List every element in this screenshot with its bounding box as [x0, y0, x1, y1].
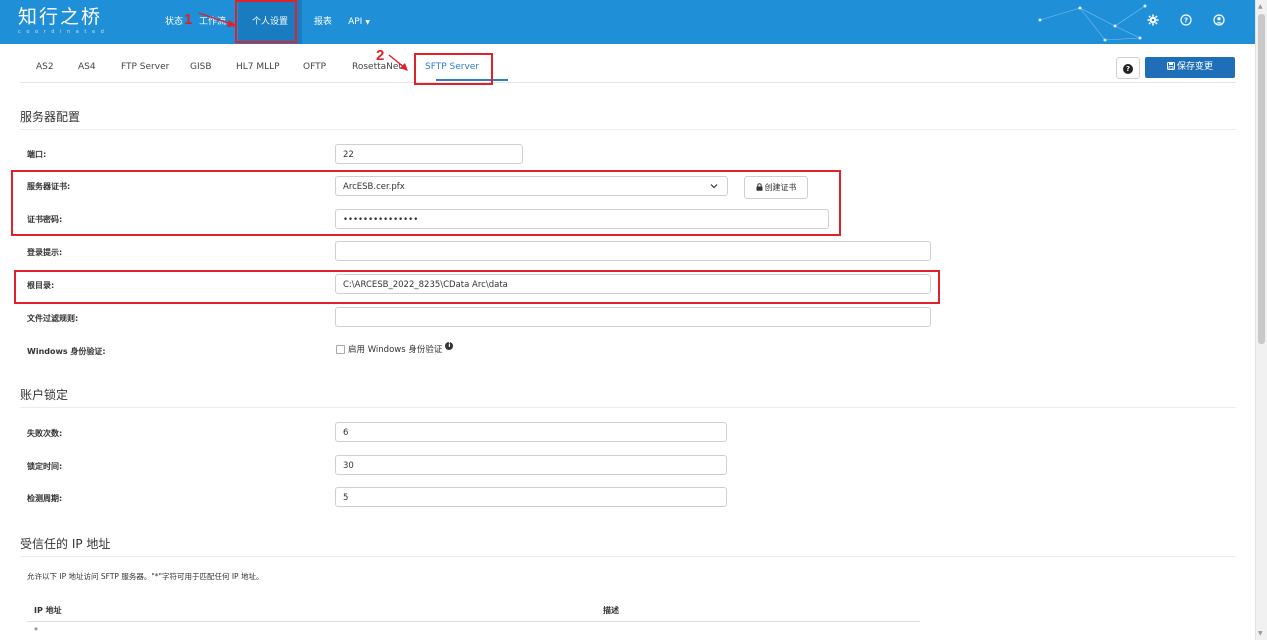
scroll-down-icon[interactable]: ▼: [1258, 630, 1263, 637]
tab-sftp-server[interactable]: SFTP Server: [425, 52, 479, 82]
connector-tabs: AS2 AS4 FTP Server GISB HL7 MLLP OFTP Ro…: [20, 52, 1236, 83]
nav-item-reports[interactable]: 报表: [306, 0, 340, 44]
help-circle-icon[interactable]: ?: [1177, 13, 1195, 31]
windows-auth-checkbox-label[interactable]: 启用 Windows 身份验证: [348, 343, 442, 355]
question-icon: ?: [1123, 63, 1133, 74]
section-title-account-lockout: 账户锁定: [20, 388, 69, 402]
column-header-ip: IP 地址: [34, 606, 62, 615]
server-cert-value: ArcESB.cer.pfx: [343, 182, 405, 192]
windows-auth-checkbox[interactable]: [336, 344, 345, 354]
nav-item-profile-settings[interactable]: 个人设置: [238, 0, 303, 44]
tab-hl7-mllp[interactable]: HL7 MLLP: [236, 52, 280, 82]
save-label: 保存变更: [1176, 62, 1213, 72]
arrow-icon: [198, 12, 237, 27]
file-filter-label: 文件过滤规则:: [27, 314, 79, 323]
user-icon[interactable]: [1210, 13, 1228, 31]
section-title-server-config: 服务器配置: [20, 110, 81, 124]
save-changes-button[interactable]: 保存变更: [1145, 57, 1235, 78]
detect-period-input[interactable]: 5: [335, 487, 727, 507]
tab-gisb[interactable]: GISB: [190, 52, 212, 82]
svg-text:?: ?: [1184, 17, 1188, 25]
table-header-divider: [27, 621, 920, 622]
page-scrollbar[interactable]: ▲ ▼: [1255, 0, 1267, 640]
lock-time-input[interactable]: 30: [335, 455, 727, 475]
port-label: 端口:: [27, 150, 47, 159]
tab-as4[interactable]: AS4: [78, 52, 96, 82]
tab-ftp-server[interactable]: FTP Server: [121, 52, 169, 82]
section-title-trusted-ip: 受信任的 IP 地址: [20, 537, 111, 551]
arrow-icon: [388, 54, 408, 71]
section-divider: [20, 129, 1236, 130]
annotation-step-2: 2: [376, 47, 385, 64]
gear-icon[interactable]: [1144, 13, 1162, 31]
caret-down-icon: ▼: [365, 19, 370, 26]
scroll-up-icon[interactable]: ▲: [1258, 3, 1263, 10]
server-cert-label: 服务器证书:: [27, 182, 71, 191]
active-tab-indicator: [436, 79, 508, 81]
floppy-disk-icon: [1166, 62, 1175, 70]
server-cert-select[interactable]: ArcESB.cer.pfx: [335, 176, 728, 196]
windows-auth-label: Windows 身份验证:: [27, 347, 106, 356]
brand-logo[interactable]: 知行之桥 c o o r d i n a t e d: [18, 6, 106, 35]
tab-as2[interactable]: AS2: [36, 52, 54, 82]
constellation-decoration: [1038, 4, 1147, 42]
failed-attempts-label: 失败次数:: [27, 429, 63, 438]
windows-auth-option: 启用 Windows 身份验证 i: [336, 342, 454, 355]
logo-text: 知行之桥: [18, 6, 103, 28]
info-icon[interactable]: i: [445, 342, 454, 350]
section-divider: [20, 407, 1236, 408]
login-prompt-input[interactable]: [335, 241, 931, 261]
nav-api-label: API: [348, 17, 363, 27]
root-directory-label: 根目录:: [27, 281, 55, 290]
table-cell-ip[interactable]: *: [34, 626, 38, 635]
trusted-ip-description: 允许以下 IP 地址访问 SFTP 服务器。"*"字符可用于匹配任何 IP 地址…: [27, 572, 264, 581]
tab-oftp[interactable]: OFTP: [303, 52, 326, 82]
help-button[interactable]: ?: [1116, 57, 1140, 79]
annotation-step-1: 1: [184, 11, 193, 28]
column-header-description: 描述: [603, 606, 619, 615]
root-directory-input[interactable]: C:\ARCESB_2022_8235\CData Arc\data: [335, 274, 931, 294]
lock-time-label: 锁定时间:: [27, 462, 63, 471]
chevron-down-icon: [710, 177, 718, 197]
create-certificate-button[interactable]: 创建证书: [744, 176, 808, 199]
nav-item-api[interactable]: API ▼: [340, 0, 378, 44]
section-divider: [20, 556, 1236, 557]
logo-subtext: c o o r d i n a t e d: [18, 29, 106, 35]
login-prompt-label: 登录提示:: [27, 248, 63, 257]
cert-password-label: 证书密码:: [27, 215, 63, 224]
detect-period-label: 检测周期:: [27, 494, 63, 503]
create-certificate-label: 创建证书: [764, 183, 797, 192]
lock-icon: [756, 183, 762, 191]
scrollbar-thumb[interactable]: [1258, 14, 1265, 344]
file-filter-input[interactable]: [335, 307, 931, 327]
top-icon-group: ?: [1144, 13, 1228, 31]
failed-attempts-input[interactable]: 6: [335, 422, 727, 442]
cert-password-input[interactable]: •••••••••••••••: [335, 209, 829, 229]
port-input[interactable]: 22: [335, 144, 523, 164]
